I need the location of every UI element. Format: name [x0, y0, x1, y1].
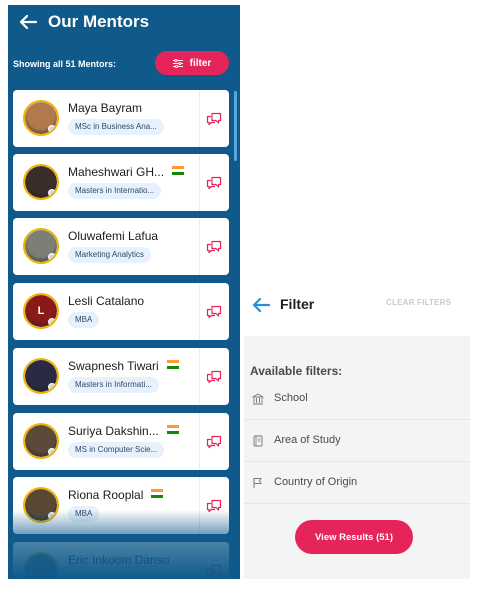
school-icon	[251, 392, 265, 405]
mentor-card[interactable]: Suriya Dakshin... MS in Computer Scie...	[13, 413, 229, 470]
avatar	[23, 487, 59, 523]
status-dot	[48, 253, 56, 261]
degree-tag: MSc in Business Ana...	[68, 119, 164, 135]
india-flag-icon	[167, 360, 179, 369]
chat-icon[interactable]	[206, 435, 222, 449]
filter-option-label: Area of Study	[274, 434, 341, 446]
status-dot	[48, 512, 56, 520]
flag-icon	[252, 476, 264, 488]
screen: Our Mentors Showing all 51 Mentors: filt…	[0, 0, 487, 598]
avatar	[23, 164, 59, 200]
india-flag-icon	[151, 489, 163, 498]
filter-option-country-of-origin[interactable]: Country of Origin	[244, 462, 470, 504]
india-flag-icon	[172, 166, 184, 175]
avatar	[23, 100, 59, 136]
avatar-image	[25, 554, 57, 579]
chat-icon[interactable]	[206, 499, 222, 513]
mentor-name: Lesli Catalano	[68, 294, 145, 308]
chat-icon[interactable]	[206, 564, 222, 578]
status-dot	[48, 448, 56, 456]
filter-button-label: filter	[189, 57, 212, 69]
filter-title: Filter	[280, 296, 315, 312]
chat-icon[interactable]	[206, 112, 222, 126]
degree-tag: Masters in Informati...	[68, 377, 159, 393]
status-dot	[48, 318, 56, 326]
mentor-name: Maya Bayram	[68, 101, 143, 115]
mentor-card[interactable]: Swapnesh Tiwari Masters in Informati...	[13, 348, 229, 405]
filter-option-label: Country of Origin	[274, 476, 358, 488]
status-dot	[48, 577, 56, 579]
filter-header: Filter CLEAR FILTERS	[244, 283, 470, 336]
degree-tag: MBA	[68, 312, 100, 328]
mentor-name: Eric Inkoom Danso	[68, 553, 170, 567]
card-divider	[199, 348, 200, 405]
avatar	[23, 423, 59, 459]
card-divider	[199, 542, 200, 579]
degree-tag: Masters in Internatio...	[68, 183, 162, 199]
card-divider	[199, 154, 200, 211]
page-title: Our Mentors	[48, 12, 150, 31]
mentor-name: Maheshwari GH...	[68, 165, 165, 179]
card-divider	[199, 90, 200, 147]
status-dot	[48, 383, 56, 391]
filter-option-school[interactable]: School	[244, 378, 470, 420]
filter-body: Available filters: School Area of Study …	[244, 336, 470, 579]
mentor-list-header: Our Mentors	[8, 5, 240, 39]
back-arrow-icon[interactable]	[19, 13, 37, 31]
degree-tag: MBA	[68, 506, 100, 522]
sliders-icon	[172, 58, 183, 68]
available-filters-heading: Available filters:	[250, 364, 343, 378]
mentor-count-text: Showing all 51 Mentors:	[13, 59, 117, 69]
degree-tag: Marketing Analytics	[68, 247, 151, 263]
mentor-name: Oluwafemi Lafua	[68, 229, 159, 243]
avatar	[23, 358, 59, 394]
back-arrow-icon[interactable]	[252, 296, 270, 314]
status-dot	[48, 189, 56, 197]
book-icon	[252, 434, 264, 447]
mentor-list-panel: Our Mentors Showing all 51 Mentors: filt…	[8, 5, 240, 579]
degree-tag: MS in Computer Scie...	[68, 442, 165, 458]
mentor-name: Riona Rooplal	[68, 488, 144, 502]
list-scrollbar[interactable]	[234, 91, 237, 161]
chat-icon[interactable]	[206, 305, 222, 319]
mentor-card[interactable]: Maya Bayram MSc in Business Ana...	[13, 90, 229, 147]
avatar: L	[23, 293, 59, 329]
view-results-button[interactable]: View Results (51)	[295, 520, 413, 554]
mentor-name: Swapnesh Tiwari	[68, 359, 159, 373]
chat-icon[interactable]	[206, 240, 222, 254]
avatar	[23, 228, 59, 264]
mentor-card[interactable]: Eric Inkoom Danso	[13, 542, 229, 579]
chat-icon[interactable]	[206, 370, 222, 384]
card-divider	[199, 477, 200, 534]
mentor-card[interactable]: Oluwafemi Lafua Marketing Analytics	[13, 218, 229, 275]
mentor-card[interactable]: Maheshwari GH... Masters in Internatio...	[13, 154, 229, 211]
mentor-card[interactable]: Riona Rooplal MBA	[13, 477, 229, 534]
filter-option-label: School	[274, 392, 308, 404]
mentor-name: Suriya Dakshin...	[68, 424, 159, 438]
filter-panel: Filter CLEAR FILTERS Available filters: …	[244, 283, 470, 579]
card-divider	[199, 413, 200, 470]
card-divider	[199, 283, 200, 340]
clear-filters-button[interactable]: CLEAR FILTERS	[386, 298, 451, 307]
status-dot	[48, 125, 56, 133]
india-flag-icon	[167, 425, 179, 434]
card-divider	[199, 218, 200, 275]
filter-option-area-of-study[interactable]: Area of Study	[244, 420, 470, 462]
chat-icon[interactable]	[206, 176, 222, 190]
avatar	[23, 552, 59, 579]
filter-button[interactable]: filter	[155, 51, 229, 75]
mentor-card[interactable]: L Lesli Catalano MBA	[13, 283, 229, 340]
